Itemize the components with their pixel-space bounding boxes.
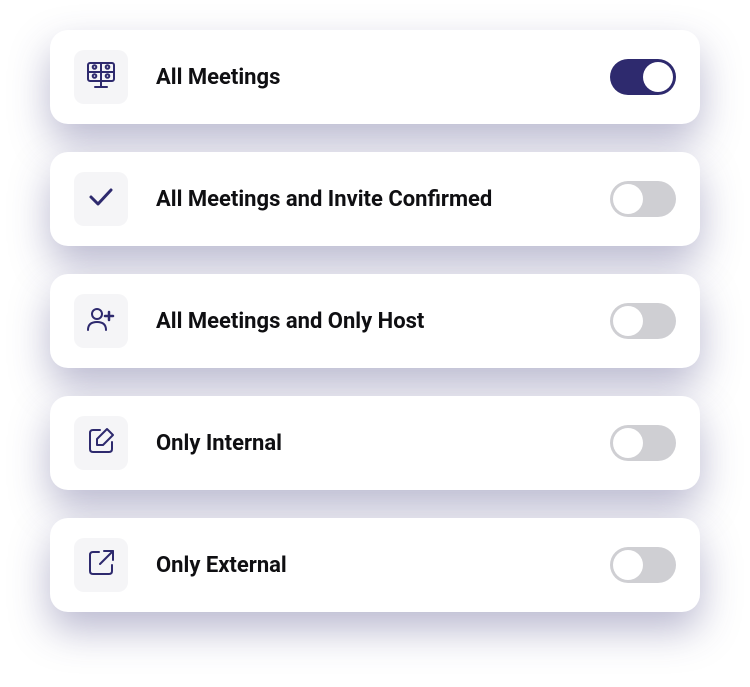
- icon-box: [74, 538, 128, 592]
- setting-row-all-meetings: All Meetings: [50, 30, 700, 124]
- settings-list: All Meetings All Meetings and Invite Con…: [50, 30, 700, 612]
- edit-square-icon: [85, 425, 117, 461]
- toggle-knob: [613, 306, 643, 336]
- toggle-knob: [613, 428, 643, 458]
- setting-row-only-external: Only External: [50, 518, 700, 612]
- setting-label: All Meetings and Only Host: [156, 309, 610, 334]
- person-add-icon: [85, 303, 117, 339]
- setting-row-only-host: All Meetings and Only Host: [50, 274, 700, 368]
- toggle-only-external[interactable]: [610, 547, 676, 583]
- toggle-only-internal[interactable]: [610, 425, 676, 461]
- setting-label: All Meetings and Invite Confirmed: [156, 187, 610, 212]
- external-link-icon: [85, 547, 117, 583]
- check-icon: [85, 181, 117, 217]
- toggle-all-meetings[interactable]: [610, 59, 676, 95]
- meetings-icon: [85, 59, 117, 95]
- setting-row-only-internal: Only Internal: [50, 396, 700, 490]
- setting-label: Only External: [156, 553, 610, 578]
- setting-row-invite-confirmed: All Meetings and Invite Confirmed: [50, 152, 700, 246]
- setting-label: All Meetings: [156, 65, 610, 90]
- toggle-knob: [613, 184, 643, 214]
- icon-box: [74, 294, 128, 348]
- setting-label: Only Internal: [156, 431, 610, 456]
- toggle-only-host[interactable]: [610, 303, 676, 339]
- icon-box: [74, 416, 128, 470]
- toggle-knob: [643, 62, 673, 92]
- icon-box: [74, 172, 128, 226]
- toggle-knob: [613, 550, 643, 580]
- icon-box: [74, 50, 128, 104]
- toggle-invite-confirmed[interactable]: [610, 181, 676, 217]
